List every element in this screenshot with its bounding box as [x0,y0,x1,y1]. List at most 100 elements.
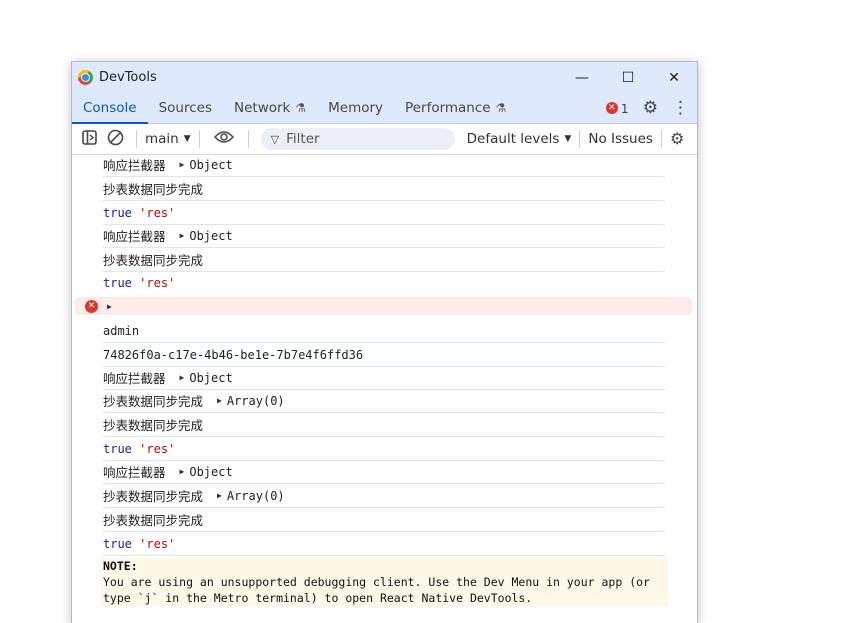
log-message: 抄表数据同步完成 [103,253,204,268]
log-message: 响应拦截器 [103,229,166,244]
error-icon: ✕ [605,102,618,114]
log-row: true 'res' [103,532,665,556]
chevron-down-icon: ▼ [183,134,191,144]
tab-performance[interactable]: Performance ⚗ [394,93,517,123]
expand-triangle-icon: ▶ [217,491,222,500]
clear-console-icon[interactable] [107,129,124,150]
minimize-button[interactable]: — [559,62,605,93]
log-row: 响应拦截器 ▶ Object [103,224,665,248]
tab-console[interactable]: Console [72,93,148,124]
context-label: main [145,131,179,147]
note-title: NOTE: [101,558,138,574]
chevron-down-icon: ▼ [564,134,572,144]
log-levels-dropdown[interactable]: Default levels ▼ [467,131,572,147]
object-label: Array(0) [226,488,285,503]
log-boolean: true [103,441,132,456]
panel-tabs: Console Sources Network ⚗ Memory Performa… [72,93,697,124]
log-message: 响应拦截器 [103,465,166,480]
devtools-window: DevTools — ☐ ✕ Console Sources Network ⚗ … [71,61,698,623]
object-label: Object [189,464,233,479]
tab-network[interactable]: Network ⚗ [223,93,317,123]
log-string: 'res' [139,536,176,551]
sidebar-toggle-icon[interactable] [82,129,97,149]
tab-label: Network [234,100,291,116]
issues-button[interactable]: No Issues [588,131,653,147]
live-expression-eye-icon[interactable] [213,130,234,148]
window-title: DevTools [99,70,157,85]
expandable-array[interactable]: ▶ Array(0) [217,489,285,503]
console-toolbar: main ▼ ▽ Filter Default levels ▼ No Issu… [72,124,697,155]
close-button[interactable]: ✕ [651,62,697,93]
log-message: 响应拦截器 [103,158,166,173]
chrome-logo-icon [78,70,93,85]
object-label: Object [189,157,233,172]
error-log-row[interactable]: ✕ ▶ [75,297,692,315]
log-message: 抄表数据同步完成 [103,489,204,504]
tab-label: Console [83,100,137,116]
log-boolean: true [103,275,132,290]
error-count: 1 [620,100,629,116]
filter-placeholder: Filter [286,131,320,147]
log-row: 抄表数据同步完成 [103,413,665,437]
tab-label: Performance [405,100,491,116]
object-label: Object [189,370,233,385]
expandable-object[interactable]: ▶ Object [180,158,233,172]
error-count-badge[interactable]: ✕ 1 [605,100,629,116]
expandable-object[interactable]: ▶ Object [180,371,233,385]
divider [136,130,137,148]
log-boolean: true [103,536,132,551]
context-selector[interactable]: main ▼ [145,131,191,147]
expand-triangle-icon: ▶ [179,467,185,476]
log-message: 74826f0a-c17e-4b46-be1e-7b7e4f6ffd36 [103,347,364,362]
title-bar: DevTools — ☐ ✕ [72,62,697,93]
log-row: true 'res' [103,271,665,294]
tab-label: Sources [158,100,212,116]
log-message: 抄表数据同步完成 [103,394,204,409]
tab-memory[interactable]: Memory [317,93,394,123]
divider [198,130,200,148]
maximize-button[interactable]: ☐ [605,62,651,93]
filter-funnel-icon: ▽ [270,132,280,146]
log-row: 响应拦截器 ▶ Object [103,153,665,177]
log-row: 响应拦截器 ▶ Object [103,460,665,484]
log-string: 'res' [139,205,176,220]
object-label: Array(0) [226,393,285,408]
flask-icon: ⚗ [495,101,507,115]
log-row: true 'res' [103,437,665,461]
more-options-icon[interactable]: ⋮ [672,99,689,117]
log-row: 抄表数据同步完成 [103,177,665,201]
console-output: 响应拦截器 ▶ Object 抄表数据同步完成 true 'res' 响应拦截器 ▶ O… [72,153,697,623]
log-string: 'res' [139,441,176,456]
log-row: 响应拦截器 ▶ Object [103,366,665,390]
log-row: 抄表数据同步完成 ▶ Array(0) [103,389,665,413]
expand-triangle-icon: ▶ [107,301,112,311]
log-row: 抄表数据同步完成 ▶ Array(0) [103,484,665,508]
divider [660,130,662,148]
expandable-object[interactable]: ▶ Object [180,229,233,243]
flask-icon: ⚗ [295,101,307,115]
warning-note: NOTE: You are using an unsupported debug… [101,558,668,606]
filter-input[interactable]: ▽ Filter [260,128,455,150]
tab-sources[interactable]: Sources [148,93,223,123]
log-message: admin [103,323,140,338]
object-label: Object [189,228,233,243]
expand-triangle-icon: ▶ [217,396,222,405]
log-boolean: true [103,205,132,220]
log-message: 响应拦截器 [103,371,166,386]
log-row: 74826f0a-c17e-4b46-be1e-7b7e4f6ffd36 [103,343,665,367]
log-message: 抄表数据同步完成 [103,418,204,433]
expandable-object[interactable]: ▶ Object [180,465,233,479]
settings-gear-icon[interactable]: ⚙ [643,99,658,117]
expandable-array[interactable]: ▶ Array(0) [217,394,285,408]
expand-triangle-icon: ▶ [179,231,185,240]
log-row: admin [103,319,665,343]
tab-label: Memory [328,100,384,116]
divider [579,130,581,148]
log-message: 抄表数据同步完成 [103,513,204,528]
expand-triangle-icon: ▶ [179,160,185,169]
log-row: true 'res' [103,201,665,225]
log-row: 抄表数据同步完成 [103,248,665,272]
console-settings-gear-icon[interactable]: ⚙ [670,131,684,147]
levels-label: Default levels [466,131,560,147]
log-string: 'res' [139,275,176,290]
